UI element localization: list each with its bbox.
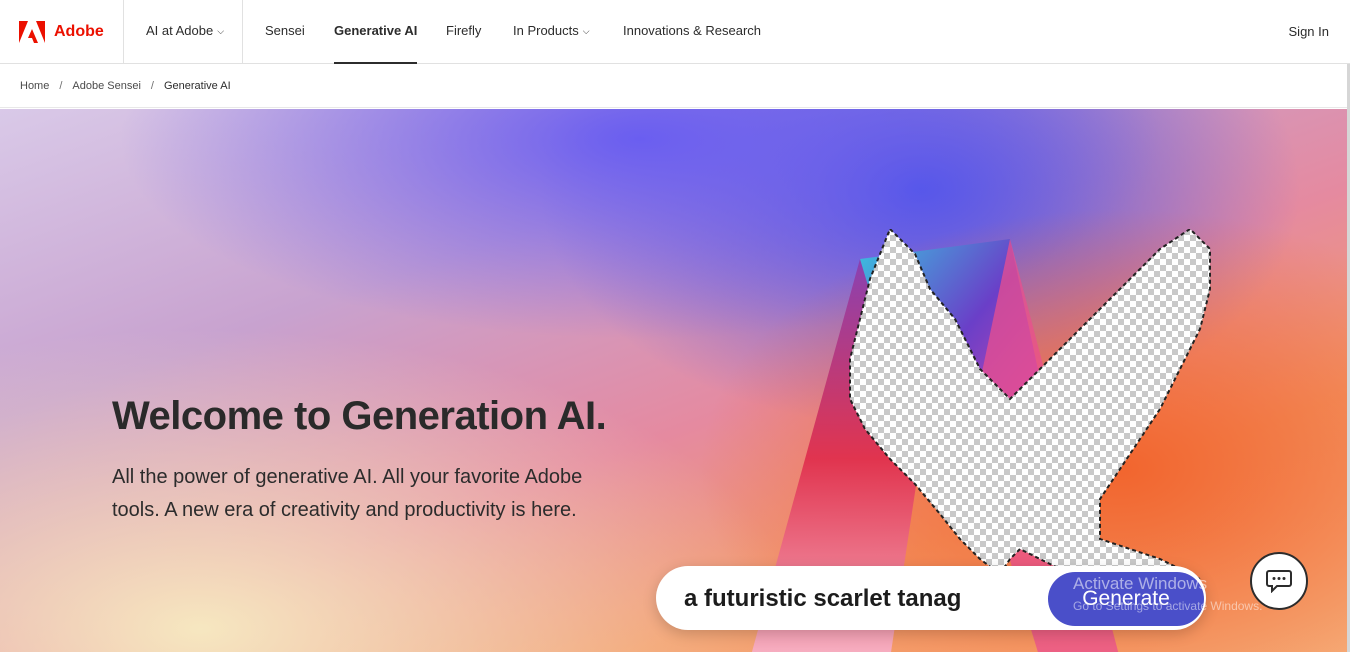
nav-item-label: Generative AI: [334, 23, 418, 38]
breadcrumb-current: Generative AI: [163, 80, 231, 92]
breadcrumb-adobe-sensei[interactable]: Adobe Sensei: [72, 80, 141, 92]
chevron-down-icon: ⌵: [582, 26, 590, 36]
breadcrumb: Home / Adobe Sensei / Generative AI: [0, 64, 1350, 108]
nav-item-in-products[interactable]: In Products ⌵: [513, 0, 590, 64]
hero-title: Welcome to Generation AI.: [112, 394, 607, 438]
chat-button[interactable]: [1250, 552, 1308, 610]
nav-divider: [242, 0, 243, 64]
nav-item-innovations-research[interactable]: Innovations & Research: [623, 0, 761, 64]
adobe-logo-link[interactable]: Adobe: [0, 0, 124, 64]
top-navigation: Adobe AI at Adobe ⌵ Sensei Generative AI …: [0, 0, 1350, 64]
nav-item-label: Sensei: [265, 23, 305, 38]
nav-item-ai-at-adobe[interactable]: AI at Adobe ⌵: [146, 0, 224, 64]
nav-item-firefly[interactable]: Firefly: [446, 0, 481, 64]
nav-item-sensei[interactable]: Sensei: [265, 0, 305, 64]
nav-item-label: Firefly: [446, 23, 482, 38]
chat-bubble-icon: [1266, 570, 1292, 593]
hero-subtitle: All the power of generative AI. All your…: [112, 466, 583, 521]
breadcrumb-separator: /: [150, 80, 154, 92]
adobe-logo-icon: [19, 21, 45, 43]
nav-item-generative-ai[interactable]: Generative AI: [334, 0, 418, 64]
activate-windows-title: Activate Windows: [1073, 574, 1208, 593]
breadcrumb-home[interactable]: Home: [20, 80, 49, 92]
nav-item-label: In Products: [513, 23, 579, 38]
nav-item-label: Innovations & Research: [623, 23, 762, 38]
breadcrumb-separator: /: [59, 80, 63, 92]
activate-windows-subtitle: Go to Settings to activate Windows.: [1073, 599, 1263, 613]
prompt-input-text[interactable]: a futuristic scarlet tanag: [684, 566, 961, 632]
brand-name: Adobe: [54, 23, 104, 40]
nav-item-label: AI at Adobe: [146, 23, 214, 38]
sign-in-link[interactable]: Sign In: [1289, 0, 1329, 64]
chevron-down-icon: ⌵: [217, 26, 225, 36]
